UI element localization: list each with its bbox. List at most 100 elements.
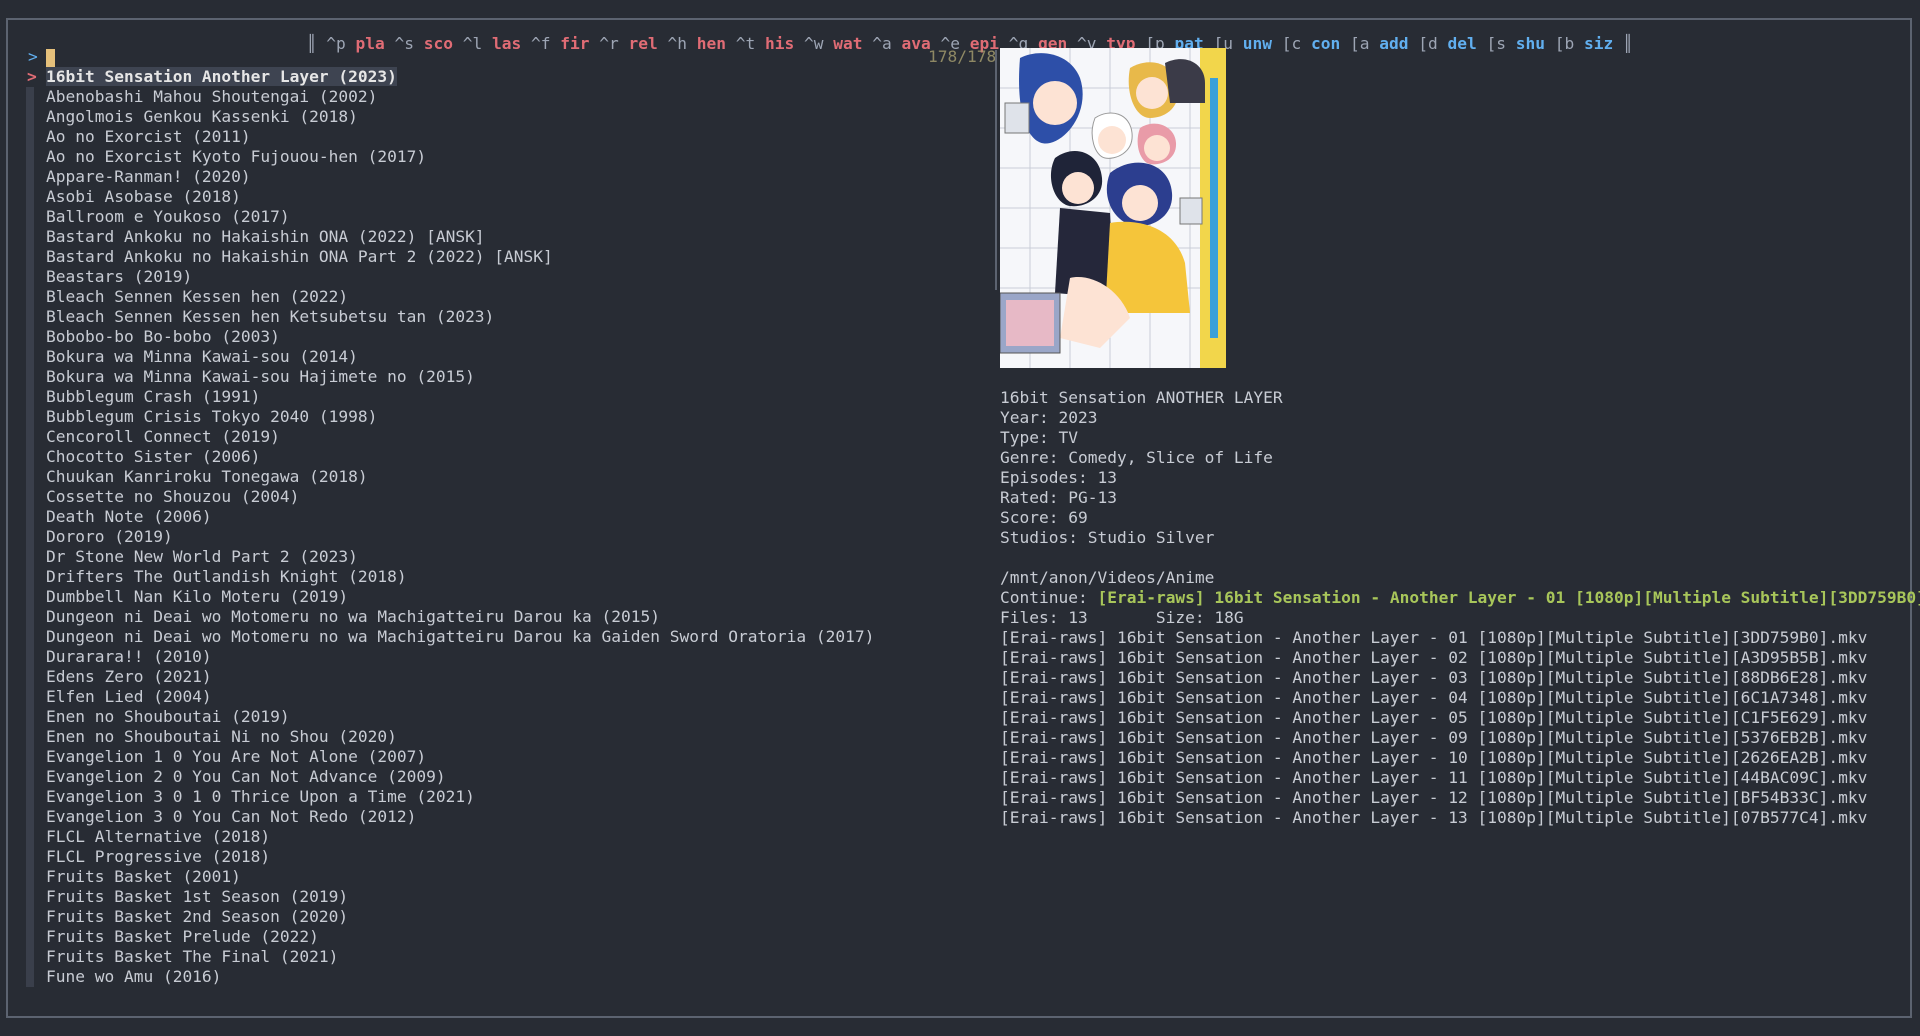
keybinding-key: [b bbox=[1554, 34, 1575, 53]
list-item[interactable]: Evangelion 2 0 You Can Not Advance (2009… bbox=[26, 767, 874, 787]
list-item[interactable]: Appare-Ranman! (2020) bbox=[26, 167, 874, 187]
list-item-label: Fruits Basket (2001) bbox=[46, 867, 241, 886]
list-gutter bbox=[26, 927, 34, 947]
list-item[interactable]: Fruits Basket Prelude (2022) bbox=[26, 927, 874, 947]
list-item[interactable]: Angolmois Genkou Kassenki (2018) bbox=[26, 107, 874, 127]
list-item[interactable]: Evangelion 3 0 1 0 Thrice Upon a Time (2… bbox=[26, 787, 874, 807]
list-item[interactable]: Bastard Ankoku no Hakaishin ONA (2022) [… bbox=[26, 227, 874, 247]
list-item-label: Ao no Exorcist Kyoto Fujouou-hen (2017) bbox=[46, 147, 427, 166]
preview-scrollbar[interactable] bbox=[995, 50, 997, 290]
episode-file: [Erai-raws] 16bit Sensation - Another La… bbox=[1000, 768, 1868, 787]
preview-year: Year: 2023 bbox=[1000, 408, 1098, 427]
list-item[interactable]: Bleach Sennen Kessen hen (2022) bbox=[26, 287, 874, 307]
list-item[interactable]: Enen no Shouboutai Ni no Shou (2020) bbox=[26, 727, 874, 747]
keybinding-label-siz[interactable]: siz bbox=[1584, 34, 1613, 53]
list-item[interactable]: Chuukan Kanriroku Tonegawa (2018) bbox=[26, 467, 874, 487]
list-item[interactable]: Evangelion 1 0 You Are Not Alone (2007) bbox=[26, 747, 874, 767]
list-item[interactable]: Bubblegum Crisis Tokyo 2040 (1998) bbox=[26, 407, 874, 427]
list-item[interactable]: Fune wo Amu (2016) bbox=[26, 967, 874, 987]
list-item-label: Bobobo-bo Bo-bobo (2003) bbox=[46, 327, 280, 346]
keybinding-label-wat[interactable]: wat bbox=[833, 34, 862, 53]
episode-file: [Erai-raws] 16bit Sensation - Another La… bbox=[1000, 648, 1868, 667]
list-gutter bbox=[26, 167, 34, 187]
keybinding-key: ^p bbox=[326, 34, 346, 53]
list-item[interactable]: Cossette no Shouzou (2004) bbox=[26, 487, 874, 507]
list-gutter bbox=[26, 507, 34, 527]
keybinding-key: [c bbox=[1281, 34, 1302, 53]
list-item-label: Bastard Ankoku no Hakaishin ONA Part 2 (… bbox=[46, 247, 553, 266]
list-item[interactable]: Dr Stone New World Part 2 (2023) bbox=[26, 547, 874, 567]
keybinding-label-ava[interactable]: ava bbox=[902, 34, 931, 53]
keybinding-label-las[interactable]: las bbox=[492, 34, 521, 53]
keybinding-label-shu[interactable]: shu bbox=[1516, 34, 1545, 53]
list-item[interactable]: Edens Zero (2021) bbox=[26, 667, 874, 687]
list-item[interactable]: Dungeon ni Deai wo Motomeru no wa Machig… bbox=[26, 607, 874, 627]
list-item[interactable]: Cencoroll Connect (2019) bbox=[26, 427, 874, 447]
list-item[interactable]: Fruits Basket 1st Season (2019) bbox=[26, 887, 874, 907]
list-item-label: Enen no Shouboutai Ni no Shou (2020) bbox=[46, 727, 397, 746]
list-item[interactable]: Ballroom e Youkoso (2017) bbox=[26, 207, 874, 227]
list-item-label: Cencoroll Connect (2019) bbox=[46, 427, 280, 446]
list-gutter bbox=[26, 227, 34, 247]
keybinding-label-rel[interactable]: rel bbox=[629, 34, 658, 53]
list-gutter bbox=[26, 647, 34, 667]
list-gutter bbox=[26, 247, 34, 267]
list-gutter bbox=[26, 207, 34, 227]
list-item[interactable]: Abenobashi Mahou Shoutengai (2002) bbox=[26, 87, 874, 107]
keybinding-label-pla[interactable]: pla bbox=[356, 34, 385, 53]
list-item[interactable]: Chocotto Sister (2006) bbox=[26, 447, 874, 467]
list-item-label: Fruits Basket 1st Season (2019) bbox=[46, 887, 349, 906]
list-item[interactable]: Bokura wa Minna Kawai-sou (2014) bbox=[26, 347, 874, 367]
keybinding-label-fir[interactable]: fir bbox=[560, 34, 589, 53]
list-item[interactable]: Beastars (2019) bbox=[26, 267, 874, 287]
keybinding-key: [s bbox=[1486, 34, 1507, 53]
list-item[interactable]: Bastard Ankoku no Hakaishin ONA Part 2 (… bbox=[26, 247, 874, 267]
list-item[interactable]: FLCL Progressive (2018) bbox=[26, 847, 874, 867]
keybinding-label-sco[interactable]: sco bbox=[424, 34, 453, 53]
list-item[interactable]: Fruits Basket 2nd Season (2020) bbox=[26, 907, 874, 927]
list-gutter bbox=[26, 947, 34, 967]
list-item[interactable]: >16bit Sensation Another Layer (2023) bbox=[26, 67, 874, 87]
episode-file: [Erai-raws] 16bit Sensation - Another La… bbox=[1000, 788, 1868, 807]
list-item[interactable]: Dungeon ni Deai wo Motomeru no wa Machig… bbox=[26, 627, 874, 647]
list-item[interactable]: Evangelion 3 0 You Can Not Redo (2012) bbox=[26, 807, 874, 827]
list-item[interactable]: Ao no Exorcist (2011) bbox=[26, 127, 874, 147]
list-item[interactable]: Fruits Basket The Final (2021) bbox=[26, 947, 874, 967]
list-gutter bbox=[26, 187, 34, 207]
match-count: 178/178 bbox=[928, 47, 997, 66]
list-item[interactable]: Bokura wa Minna Kawai-sou Hajimete no (2… bbox=[26, 367, 874, 387]
list-gutter bbox=[26, 147, 34, 167]
keybinding-label-unw[interactable]: unw bbox=[1243, 34, 1272, 53]
list-item-label: Bleach Sennen Kessen hen (2022) bbox=[46, 287, 349, 306]
list-item[interactable]: Enen no Shouboutai (2019) bbox=[26, 707, 874, 727]
list-item[interactable]: Bubblegum Crash (1991) bbox=[26, 387, 874, 407]
list-item[interactable]: Durarara!! (2010) bbox=[26, 647, 874, 667]
keybinding-label-hen[interactable]: hen bbox=[697, 34, 726, 53]
keybinding-label-con[interactable]: con bbox=[1311, 34, 1340, 53]
list-gutter bbox=[26, 107, 34, 127]
list-item[interactable]: Asobi Asobase (2018) bbox=[26, 187, 874, 207]
keybinding-label-del[interactable]: del bbox=[1448, 34, 1477, 53]
list-item[interactable]: Fruits Basket (2001) bbox=[26, 867, 874, 887]
list-item-label: Fune wo Amu (2016) bbox=[46, 967, 222, 986]
list-item[interactable]: FLCL Alternative (2018) bbox=[26, 827, 874, 847]
list-item-label: Dumbbell Nan Kilo Moteru (2019) bbox=[46, 587, 349, 606]
keybinding-label-add[interactable]: add bbox=[1379, 34, 1408, 53]
search-prompt[interactable]: > bbox=[28, 47, 55, 67]
list-item[interactable]: Death Note (2006) bbox=[26, 507, 874, 527]
keybinding-label-his[interactable]: his bbox=[765, 34, 794, 53]
list-item[interactable]: Elfen Lied (2004) bbox=[26, 687, 874, 707]
list-item[interactable]: Bleach Sennen Kessen hen Ketsubetsu tan … bbox=[26, 307, 874, 327]
list-item[interactable]: Drifters The Outlandish Knight (2018) bbox=[26, 567, 874, 587]
list-item[interactable]: Dororo (2019) bbox=[26, 527, 874, 547]
results-list[interactable]: >16bit Sensation Another Layer (2023) Abe… bbox=[26, 67, 874, 987]
list-item-label: Chocotto Sister (2006) bbox=[46, 447, 261, 466]
list-item[interactable]: Ao no Exorcist Kyoto Fujouou-hen (2017) bbox=[26, 147, 874, 167]
list-gutter bbox=[26, 807, 34, 827]
list-item[interactable]: Dumbbell Nan Kilo Moteru (2019) bbox=[26, 587, 874, 607]
list-item-label: FLCL Progressive (2018) bbox=[46, 847, 271, 866]
list-gutter bbox=[26, 467, 34, 487]
list-gutter bbox=[26, 747, 34, 767]
list-item[interactable]: Bobobo-bo Bo-bobo (2003) bbox=[26, 327, 874, 347]
list-item-label: Evangelion 1 0 You Are Not Alone (2007) bbox=[46, 747, 427, 766]
